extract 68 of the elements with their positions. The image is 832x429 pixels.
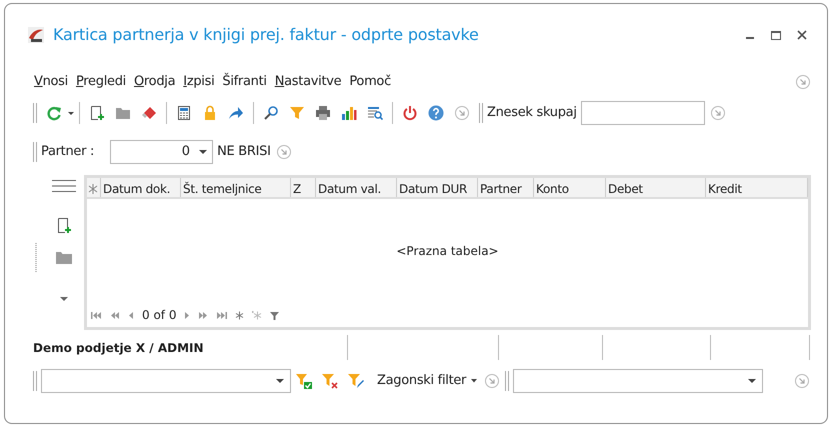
filter-menu-button[interactable]: Zagonski filter [377, 371, 480, 391]
column-header[interactable]: Konto [534, 178, 606, 197]
search-icon[interactable] [263, 105, 279, 121]
caret-icon [275, 376, 285, 386]
column-header[interactable]: Št. temeljnice [181, 178, 291, 197]
overflow-icon[interactable] [276, 144, 292, 160]
filter-combo[interactable] [41, 369, 291, 393]
company-label: Demo podjetje X / ADMIN [33, 340, 205, 357]
bar-chart-icon[interactable] [341, 105, 357, 121]
asterisk-icon[interactable] [252, 310, 262, 320]
calculator-icon[interactable] [176, 105, 192, 121]
menu-item[interactable]: Šifranti [222, 72, 267, 92]
caret-icon [198, 147, 208, 157]
partner-label: Partner : [41, 143, 94, 162]
total-label: Znesek skupaj [487, 104, 577, 122]
overflow-icon[interactable] [710, 105, 726, 121]
column-header[interactable]: Kredit [706, 178, 808, 197]
total-field[interactable] [580, 101, 705, 125]
window-title: Kartica partnerja v knjigi prej. faktur - odprte postavke [53, 24, 480, 46]
new-document-icon[interactable] [56, 217, 72, 235]
clear-filter-icon[interactable] [322, 373, 338, 389]
menu-icon[interactable] [52, 179, 76, 193]
help-icon[interactable] [428, 105, 444, 121]
empty-table-text: <Prazna tabela> [396, 243, 499, 260]
column-header[interactable]: Partner [478, 178, 534, 197]
record-counter: 0 of 0 [142, 307, 176, 324]
folder-icon[interactable] [55, 249, 73, 265]
next-page-icon[interactable] [198, 310, 208, 320]
overflow-icon[interactable] [794, 373, 810, 389]
filter-combo[interactable] [513, 369, 764, 393]
column-header[interactable]: Datum dok. [101, 178, 181, 197]
refresh-icon[interactable] [46, 105, 62, 121]
option-label: NE BRISI [217, 143, 271, 162]
menu-item[interactable]: Nastavitve [274, 72, 342, 92]
share-arrow-icon[interactable] [228, 105, 244, 121]
asterisk-icon[interactable] [235, 310, 244, 320]
table-search-icon[interactable] [367, 105, 383, 121]
filter-icon[interactable] [289, 105, 305, 121]
power-icon[interactable] [402, 105, 418, 121]
overflow-icon[interactable] [795, 74, 811, 90]
printer-icon[interactable] [315, 105, 331, 121]
menu-item[interactable]: Pomoč [349, 72, 391, 92]
column-header[interactable]: Debet [606, 178, 706, 197]
column-header[interactable]: Z [291, 178, 316, 197]
column-header[interactable]: Datum DUR [397, 178, 478, 197]
partner-combo[interactable]: 0 [110, 140, 214, 164]
new-document-icon[interactable] [89, 105, 105, 121]
edit-filter-icon[interactable] [348, 373, 364, 389]
eraser-icon[interactable] [141, 105, 157, 121]
previous-page-icon[interactable] [110, 310, 120, 320]
previous-record-icon[interactable] [128, 310, 134, 320]
caret-icon [747, 376, 758, 386]
menu-item[interactable]: Izpisi [183, 72, 214, 92]
last-page-icon[interactable] [216, 310, 228, 320]
overflow-icon[interactable] [454, 105, 470, 121]
folder-icon[interactable] [115, 105, 131, 121]
next-record-icon[interactable] [184, 310, 190, 320]
menu-item[interactable]: Vnosi [34, 72, 68, 92]
filter-icon[interactable] [270, 310, 280, 320]
menu-item[interactable]: Pregledi [76, 72, 126, 92]
menu-item[interactable]: Orodja [134, 72, 176, 92]
first-page-icon[interactable] [91, 310, 102, 320]
apply-filter-icon[interactable] [296, 373, 312, 389]
caret-icon[interactable] [59, 295, 69, 303]
column-header[interactable]: Datum val. [316, 178, 397, 197]
lock-icon[interactable] [202, 105, 218, 121]
app-logo-icon [27, 26, 45, 44]
overflow-icon[interactable] [484, 373, 500, 389]
